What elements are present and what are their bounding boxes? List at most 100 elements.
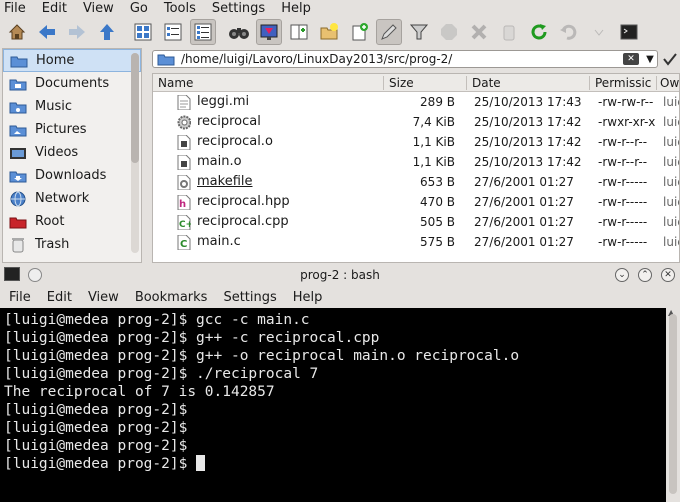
menu-go[interactable]: Go	[130, 1, 148, 16]
file-row[interactable]: C+ reciprocal.cpp 505 B 27/6/2001 01:27 …	[153, 212, 679, 232]
menu-help[interactable]: Help	[281, 1, 311, 16]
svg-text:C: C	[180, 239, 187, 250]
column-permissions[interactable]: Permissic	[595, 76, 651, 90]
arrow-right-icon	[69, 25, 85, 39]
file-manager-window: File Edit View Go Tools Settings Help Ho…	[0, 0, 680, 263]
reload-icon	[531, 24, 547, 40]
header-file-icon: h	[177, 195, 191, 210]
file-row[interactable]: reciprocal.o 1,1 KiB 25/10/2013 17:42 -r…	[153, 132, 679, 152]
file-row[interactable]: C main.c 575 B 27/6/2001 01:27 -rw-r----…	[153, 232, 679, 252]
text-cursor	[196, 455, 206, 471]
place-pictures[interactable]: Pictures	[3, 118, 141, 141]
menu-view[interactable]: View	[88, 290, 119, 305]
file-owner: luic	[663, 175, 679, 189]
undo-button[interactable]	[556, 19, 582, 45]
file-name: main.c	[197, 234, 241, 249]
folder-icon	[157, 54, 175, 66]
place-music[interactable]: Music	[3, 95, 141, 118]
clear-location-icon[interactable]: ✕	[623, 53, 639, 65]
place-videos[interactable]: Videos	[3, 141, 141, 164]
file-row[interactable]: main.o 1,1 KiB 25/10/2013 17:42 -rw-r--r…	[153, 152, 679, 172]
compact-view-icon	[164, 23, 182, 41]
filter-button[interactable]	[406, 19, 432, 45]
pin-icon[interactable]	[28, 268, 42, 282]
reload-button[interactable]	[526, 19, 552, 45]
chevron-down-icon	[594, 29, 604, 36]
file-owner: luic	[663, 235, 679, 249]
home-button[interactable]	[4, 19, 30, 45]
column-name[interactable]: Name	[158, 76, 193, 90]
column-date[interactable]: Date	[472, 76, 501, 90]
menu-help[interactable]: Help	[293, 290, 323, 305]
terminal-line: [luigi@medea prog-2]$ ./reciprocal 7	[4, 366, 319, 382]
arrow-left-icon	[39, 25, 55, 39]
column-size[interactable]: Size	[389, 76, 414, 90]
file-row[interactable]: h reciprocal.hpp 470 B 27/6/2001 01:27 -…	[153, 192, 679, 212]
menu-tools[interactable]: Tools	[164, 1, 196, 16]
menu-file[interactable]: File	[4, 1, 26, 16]
new-file-button[interactable]	[346, 19, 372, 45]
menu-bookmarks[interactable]: Bookmarks	[135, 290, 208, 305]
place-documents[interactable]: Documents	[3, 72, 141, 95]
file-permissions: -rwxr-xr-x	[598, 115, 656, 129]
menu-view[interactable]: View	[83, 1, 114, 16]
trash-button[interactable]	[496, 19, 522, 45]
file-owner: luic	[663, 115, 679, 129]
compact-view-button[interactable]	[160, 19, 186, 45]
menu-settings[interactable]: Settings	[223, 290, 276, 305]
edit-mode-button[interactable]	[376, 19, 402, 45]
delete-button[interactable]	[466, 19, 492, 45]
menu-edit[interactable]: Edit	[47, 290, 72, 305]
terminal-titlebar[interactable]: prog-2 : bash ⌄ ⌃ ✕	[0, 263, 680, 287]
preview-button[interactable]	[256, 19, 282, 45]
chevron-down-icon[interactable]: ▼	[643, 54, 657, 65]
executable-gear-icon	[177, 115, 191, 130]
up-button[interactable]	[94, 19, 120, 45]
file-row[interactable]: leggi.mi 289 B 25/10/2013 17:43 -rw-rw-r…	[153, 92, 679, 112]
details-view-button[interactable]	[190, 19, 216, 45]
terminal-screen[interactable]: [luigi@medea prog-2]$ gcc -c main.c [lui…	[0, 308, 666, 502]
stop-button[interactable]	[436, 19, 462, 45]
binoculars-icon	[229, 28, 249, 39]
menu-settings[interactable]: Settings	[212, 1, 265, 16]
terminal-button[interactable]	[616, 19, 642, 45]
places-scrollbar[interactable]	[131, 53, 139, 253]
pictures-folder-icon	[9, 122, 27, 138]
file-size: 653 B	[420, 175, 455, 189]
terminal-line: [luigi@medea prog-2]$ g++ -c reciprocal.…	[4, 330, 380, 346]
minimize-button[interactable]: ⌄	[615, 268, 629, 282]
arrow-up-icon	[100, 24, 114, 40]
back-button[interactable]	[34, 19, 60, 45]
object-file-icon	[177, 135, 191, 150]
file-date: 25/10/2013 17:42	[474, 155, 582, 169]
file-date: 25/10/2013 17:42	[474, 115, 582, 129]
file-permissions: -rw-r-----	[598, 175, 648, 189]
maximize-button[interactable]: ⌃	[638, 268, 652, 282]
close-button[interactable]: ✕	[661, 268, 675, 282]
file-row[interactable]: makefile 653 B 27/6/2001 01:27 -rw-r----…	[153, 172, 679, 192]
column-owner[interactable]: Ow	[660, 76, 679, 90]
icons-view-button[interactable]	[130, 19, 156, 45]
place-home[interactable]: Home	[3, 49, 141, 72]
terminal-icon[interactable]	[4, 267, 20, 281]
place-network[interactable]: Network	[3, 187, 141, 210]
find-button[interactable]	[226, 19, 252, 45]
places-panel: Home Documents Music Pictures Videos Dow…	[2, 48, 142, 263]
place-label: Downloads	[35, 168, 107, 183]
file-row[interactable]: reciprocal 7,4 KiB 25/10/2013 17:42 -rwx…	[153, 112, 679, 132]
new-folder-button[interactable]	[316, 19, 342, 45]
menu-edit[interactable]: Edit	[42, 1, 67, 16]
place-root[interactable]: Root	[3, 210, 141, 233]
location-bar[interactable]: /home/luigi/Lavoro/LinuxDay2013/src/prog…	[152, 50, 658, 68]
place-trash[interactable]: Trash	[3, 233, 141, 256]
terminal-prompt-line: [luigi@medea prog-2]$	[4, 455, 666, 473]
split-view-button[interactable]	[286, 19, 312, 45]
forward-button[interactable]	[64, 19, 90, 45]
terminal-scrollbar[interactable]: ▲	[666, 308, 680, 502]
trash-icon	[9, 237, 27, 253]
menu-file[interactable]: File	[9, 290, 31, 305]
go-button[interactable]	[662, 50, 678, 68]
place-downloads[interactable]: Downloads	[3, 164, 141, 187]
videos-folder-icon	[9, 145, 27, 161]
undo-menu-button[interactable]	[586, 19, 612, 45]
